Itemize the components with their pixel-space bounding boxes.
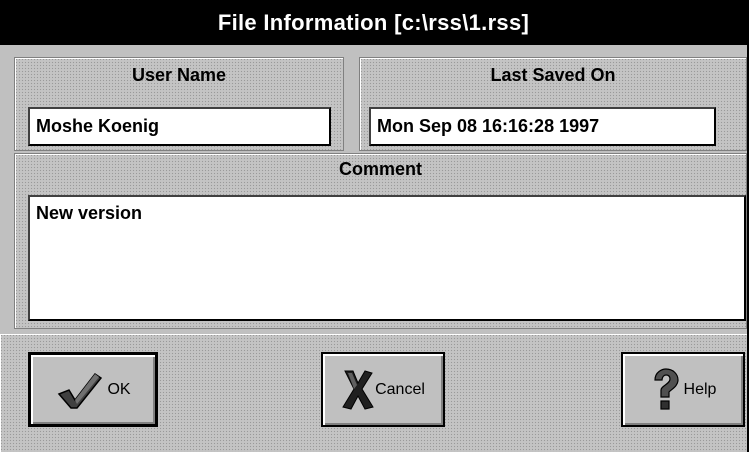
comment-label: Comment bbox=[338, 159, 422, 179]
ok-button-label: OK bbox=[107, 380, 131, 398]
ok-button[interactable]: OK bbox=[28, 352, 158, 427]
last-saved-label: Last Saved On bbox=[490, 65, 616, 85]
user-name-label: User Name bbox=[131, 65, 227, 85]
comment-field[interactable]: New version bbox=[28, 195, 746, 321]
last-saved-field[interactable]: Mon Sep 08 16:16:28 1997 bbox=[369, 107, 716, 146]
user-name-field[interactable]: Moshe Koenig bbox=[28, 107, 331, 146]
file-information-dialog: File Information [c:\rss\1.rss] User Nam… bbox=[0, 0, 749, 452]
help-button[interactable]: Help bbox=[621, 352, 745, 427]
checkmark-icon bbox=[58, 372, 103, 409]
question-mark-icon bbox=[653, 367, 679, 410]
help-button-label: Help bbox=[683, 380, 717, 398]
title-bar: File Information [c:\rss\1.rss] bbox=[0, 0, 747, 45]
cancel-button[interactable]: Cancel bbox=[321, 352, 445, 427]
cancel-button-label: Cancel bbox=[375, 380, 425, 398]
x-icon bbox=[342, 369, 374, 410]
